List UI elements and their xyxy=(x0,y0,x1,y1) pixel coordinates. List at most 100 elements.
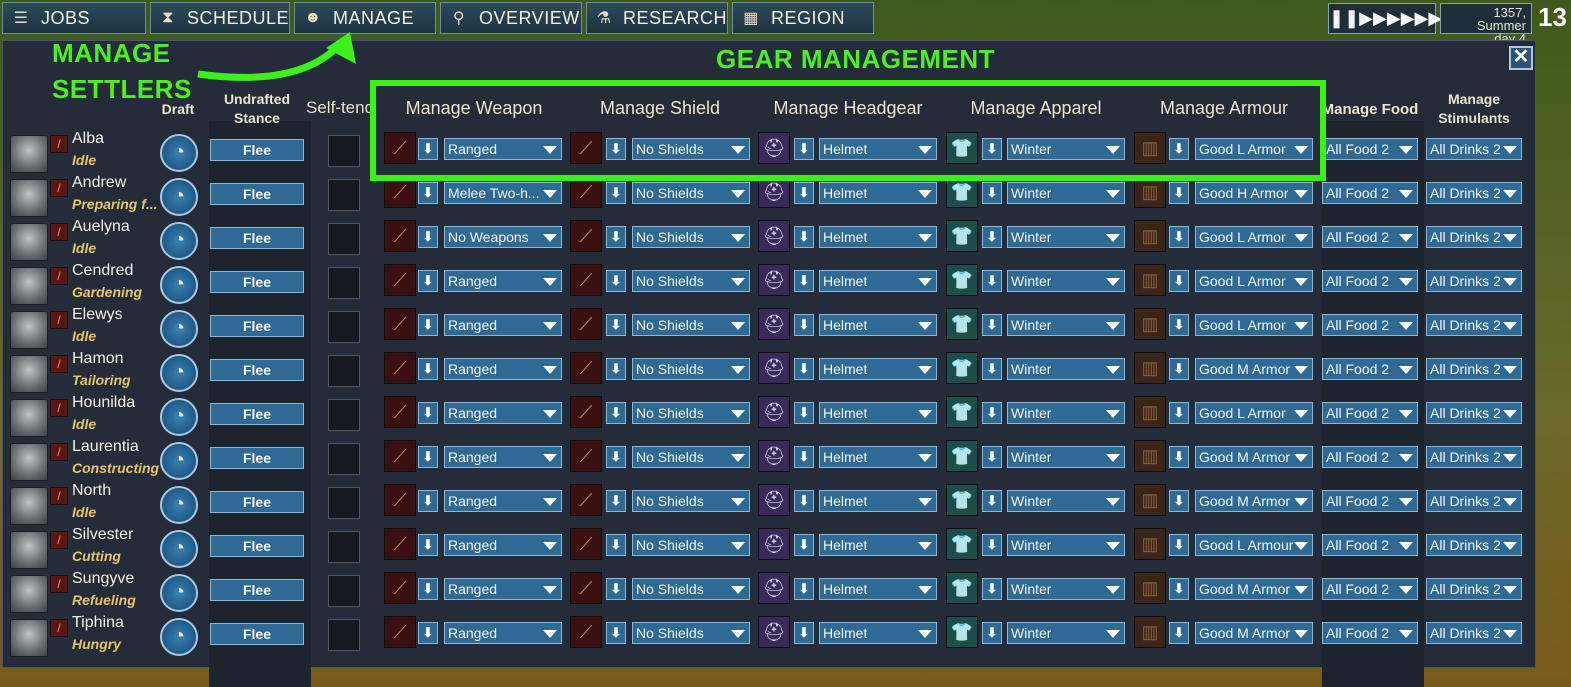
self-tend-checkbox[interactable] xyxy=(328,179,360,211)
self-tend-checkbox[interactable] xyxy=(328,399,360,431)
apparel-dropdown[interactable]: Winter xyxy=(1007,534,1125,556)
draft-horn-button[interactable]: ◔ xyxy=(160,310,198,348)
helmet-icon[interactable]: ⛑ xyxy=(758,440,790,472)
shield-down-arrow-icon[interactable]: ⬇ xyxy=(606,534,626,556)
armour-dropdown[interactable]: Good M Armor xyxy=(1195,490,1313,512)
tab-research[interactable]: ⚗ RESEARCH xyxy=(586,2,728,34)
settler-portrait[interactable] xyxy=(10,575,48,613)
apparel-down-arrow-icon[interactable]: ⬇ xyxy=(982,314,1002,336)
apparel-down-arrow-icon[interactable]: ⬇ xyxy=(982,138,1002,160)
self-tend-checkbox[interactable] xyxy=(328,531,360,563)
settler-portrait[interactable] xyxy=(10,355,48,393)
shield-dropdown[interactable]: No Shields xyxy=(632,270,750,292)
tunic-icon[interactable]: 👕 xyxy=(946,308,978,340)
tunic-icon[interactable]: 👕 xyxy=(946,396,978,428)
helmet-icon[interactable]: ⛑ xyxy=(758,352,790,384)
apparel-dropdown[interactable]: Winter xyxy=(1007,138,1125,160)
headgear-down-arrow-icon[interactable]: ⬇ xyxy=(794,534,814,556)
armour-icon[interactable]: ▥ xyxy=(1134,264,1166,296)
armour-down-arrow-icon[interactable]: ⬇ xyxy=(1169,622,1189,644)
self-tend-checkbox[interactable] xyxy=(328,355,360,387)
weapon-down-arrow-icon[interactable]: ⬇ xyxy=(418,402,438,424)
weapon-dropdown[interactable]: No Weapons xyxy=(444,226,562,248)
apparel-down-arrow-icon[interactable]: ⬇ xyxy=(982,578,1002,600)
shield-dropdown[interactable]: No Shields xyxy=(632,534,750,556)
weapon-down-arrow-icon[interactable]: ⬇ xyxy=(418,534,438,556)
settler-name[interactable]: Elewys xyxy=(72,306,123,324)
shield-slot-icon[interactable]: ⟋ xyxy=(570,264,602,296)
armour-down-arrow-icon[interactable]: ⬇ xyxy=(1169,182,1189,204)
close-button[interactable]: ✕ xyxy=(1509,46,1533,70)
headgear-down-arrow-icon[interactable]: ⬇ xyxy=(794,622,814,644)
draft-horn-button[interactable]: ◔ xyxy=(160,442,198,480)
food-dropdown[interactable]: All Food 2 xyxy=(1322,182,1418,204)
stance-button[interactable]: Flee xyxy=(210,535,304,557)
pause-icon[interactable]: ❚❚ xyxy=(1329,8,1359,29)
shield-slot-icon[interactable]: ⟋ xyxy=(570,176,602,208)
shield-down-arrow-icon[interactable]: ⬇ xyxy=(606,270,626,292)
helmet-icon[interactable]: ⛑ xyxy=(758,396,790,428)
settler-name[interactable]: Sungyve xyxy=(72,570,134,588)
armour-dropdown[interactable]: Good M Armor xyxy=(1195,622,1313,644)
armour-down-arrow-icon[interactable]: ⬇ xyxy=(1169,314,1189,336)
armour-icon[interactable]: ▥ xyxy=(1134,528,1166,560)
headgear-down-arrow-icon[interactable]: ⬇ xyxy=(794,182,814,204)
headgear-down-arrow-icon[interactable]: ⬇ xyxy=(794,402,814,424)
shield-slot-icon[interactable]: ⟋ xyxy=(570,396,602,428)
self-tend-checkbox[interactable] xyxy=(328,619,360,651)
headgear-dropdown[interactable]: Helmet xyxy=(819,358,937,380)
headgear-dropdown[interactable]: Helmet xyxy=(819,182,937,204)
shield-down-arrow-icon[interactable]: ⬇ xyxy=(606,622,626,644)
bow-icon[interactable]: ⟋ xyxy=(384,572,416,604)
apparel-down-arrow-icon[interactable]: ⬇ xyxy=(982,622,1002,644)
drinks-dropdown[interactable]: All Drinks 2 xyxy=(1426,622,1522,644)
weapon-down-arrow-icon[interactable]: ⬇ xyxy=(418,358,438,380)
settler-name[interactable]: Tiphina xyxy=(72,614,124,632)
stance-button[interactable]: Flee xyxy=(210,491,304,513)
apparel-down-arrow-icon[interactable]: ⬇ xyxy=(982,226,1002,248)
armour-down-arrow-icon[interactable]: ⬇ xyxy=(1169,402,1189,424)
self-tend-checkbox[interactable] xyxy=(328,487,360,519)
tunic-icon[interactable]: 👕 xyxy=(946,132,978,164)
helmet-icon[interactable]: ⛑ xyxy=(758,176,790,208)
bow-icon[interactable]: ⟋ xyxy=(384,396,416,428)
apparel-dropdown[interactable]: Winter xyxy=(1007,270,1125,292)
armour-icon[interactable]: ▥ xyxy=(1134,220,1166,252)
shield-dropdown[interactable]: No Shields xyxy=(632,622,750,644)
armour-down-arrow-icon[interactable]: ⬇ xyxy=(1169,534,1189,556)
shield-slot-icon[interactable]: ⟋ xyxy=(570,528,602,560)
settler-name[interactable]: Auelyna xyxy=(72,218,130,236)
draft-horn-button[interactable]: ◔ xyxy=(160,266,198,304)
armour-icon[interactable]: ▥ xyxy=(1134,616,1166,648)
apparel-down-arrow-icon[interactable]: ⬇ xyxy=(982,402,1002,424)
apparel-dropdown[interactable]: Winter xyxy=(1007,182,1125,204)
armour-icon[interactable]: ▥ xyxy=(1134,176,1166,208)
draft-horn-button[interactable]: ◔ xyxy=(160,618,198,656)
settler-name[interactable]: Hounilda xyxy=(72,394,135,412)
settler-portrait[interactable] xyxy=(10,399,48,437)
draft-horn-button[interactable]: ◔ xyxy=(160,398,198,436)
armour-icon[interactable]: ▥ xyxy=(1134,308,1166,340)
armour-dropdown[interactable]: Good L Armor xyxy=(1195,270,1313,292)
stance-button[interactable]: Flee xyxy=(210,227,304,249)
draft-horn-button[interactable]: ◔ xyxy=(160,222,198,260)
drinks-dropdown[interactable]: All Drinks 2 xyxy=(1426,446,1522,468)
bow-icon[interactable]: ⟋ xyxy=(384,220,416,252)
apparel-down-arrow-icon[interactable]: ⬇ xyxy=(982,446,1002,468)
weapon-dropdown[interactable]: Melee Two-h... xyxy=(444,182,562,204)
stance-button[interactable]: Flee xyxy=(210,315,304,337)
stance-button[interactable]: Flee xyxy=(210,359,304,381)
drinks-dropdown[interactable]: All Drinks 2 xyxy=(1426,226,1522,248)
apparel-dropdown[interactable]: Winter xyxy=(1007,402,1125,424)
settler-name[interactable]: North xyxy=(72,482,111,500)
self-tend-checkbox[interactable] xyxy=(328,443,360,475)
apparel-down-arrow-icon[interactable]: ⬇ xyxy=(982,358,1002,380)
weapon-down-arrow-icon[interactable]: ⬇ xyxy=(418,226,438,248)
helmet-icon[interactable]: ⛑ xyxy=(758,616,790,648)
bow-icon[interactable]: ⟋ xyxy=(384,308,416,340)
weapon-dropdown[interactable]: Ranged xyxy=(444,314,562,336)
bow-icon[interactable]: ⟋ xyxy=(384,132,416,164)
settler-portrait[interactable] xyxy=(10,487,48,525)
fast-forward-icon[interactable]: ▶▶ xyxy=(1373,8,1401,29)
weapon-down-arrow-icon[interactable]: ⬇ xyxy=(418,314,438,336)
